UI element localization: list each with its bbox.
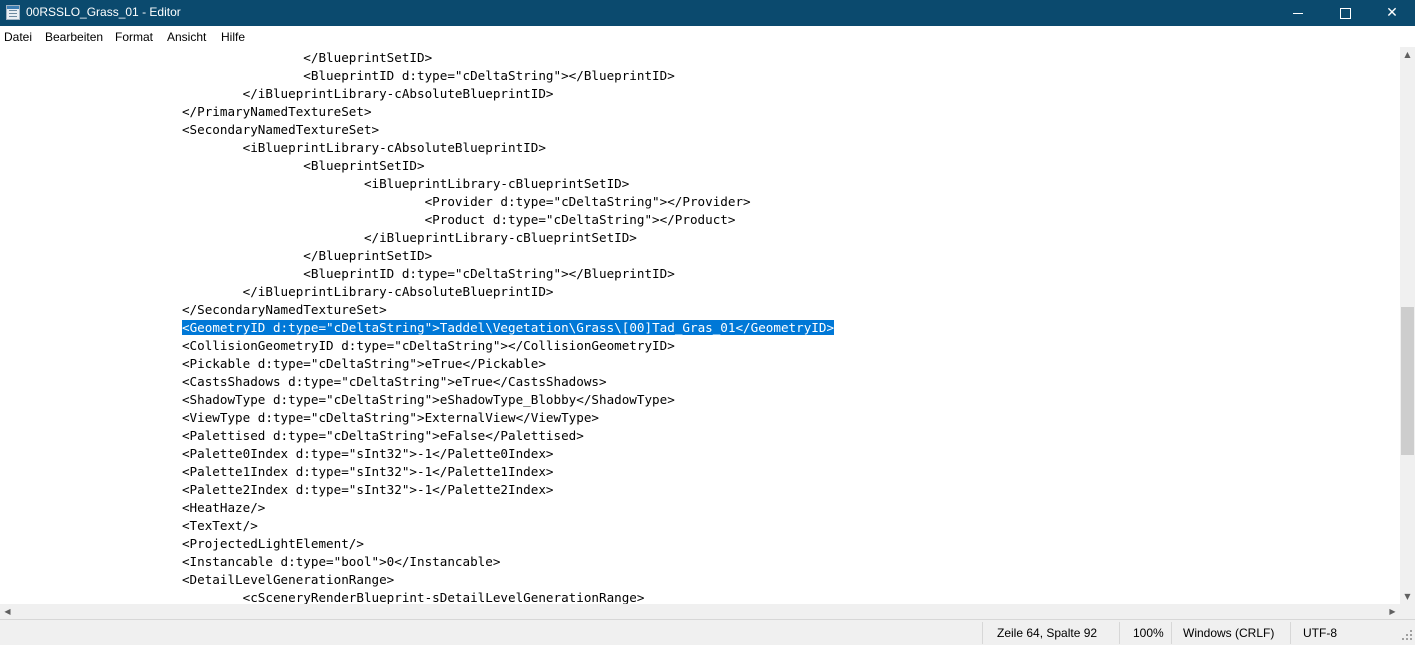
maximize-button[interactable] xyxy=(1322,0,1368,26)
scroll-right-arrow-icon[interactable]: ▶ xyxy=(1385,604,1400,619)
status-divider xyxy=(982,622,983,644)
menu-format[interactable]: Format xyxy=(115,30,153,45)
resize-grip-icon[interactable] xyxy=(1401,629,1413,641)
close-button[interactable]: ✕ xyxy=(1369,0,1415,26)
editor-line[interactable]: <cSceneryRenderBlueprint-sDetailLevelGen… xyxy=(0,589,834,604)
status-divider xyxy=(1290,622,1291,644)
menu-bearbeiten[interactable]: Bearbeiten xyxy=(45,30,103,45)
editor-line[interactable]: <HeatHaze/> xyxy=(0,499,834,517)
editor-line[interactable]: <BlueprintSetID> xyxy=(0,157,834,175)
editor-line[interactable]: </SecondaryNamedTextureSet> xyxy=(0,301,834,319)
status-zoom: 100% xyxy=(1133,626,1164,640)
editor-line[interactable]: <DetailLevelGenerationRange> xyxy=(0,571,834,589)
minimize-button[interactable] xyxy=(1275,0,1321,26)
editor-line[interactable]: <ProjectedLightElement/> xyxy=(0,535,834,553)
maximize-icon xyxy=(1339,7,1351,19)
editor-line[interactable]: <Pickable d:type="cDeltaString">eTrue</P… xyxy=(0,355,834,373)
editor-text[interactable]: </BlueprintSetID> <BlueprintID d:type="c… xyxy=(0,49,835,604)
editor-line[interactable]: </iBlueprintLibrary-cAbsoluteBlueprintID… xyxy=(0,85,834,103)
editor-line[interactable]: <CastsShadows d:type="cDeltaString">eTru… xyxy=(0,373,834,391)
scrollbar-corner xyxy=(1400,604,1415,619)
status-cursor-position: Zeile 64, Spalte 92 xyxy=(997,626,1098,640)
minimize-icon xyxy=(1293,12,1303,14)
editor-line[interactable]: <Palette1Index d:type="sInt32">-1</Palet… xyxy=(0,463,834,481)
scroll-left-arrow-icon[interactable]: ◀ xyxy=(0,604,15,619)
menu-hilfe[interactable]: Hilfe xyxy=(221,30,245,45)
editor-line[interactable]: <BlueprintID d:type="cDeltaString"></Blu… xyxy=(0,265,834,283)
notepad-icon xyxy=(6,5,20,20)
status-divider xyxy=(1119,622,1120,644)
status-bar: Zeile 64, Spalte 92 100% Windows (CRLF) … xyxy=(0,619,1415,645)
editor-line[interactable]: </iBlueprintLibrary-cAbsoluteBlueprintID… xyxy=(0,283,834,301)
text-editor-area[interactable]: </BlueprintSetID> <BlueprintID d:type="c… xyxy=(0,47,1400,604)
status-encoding: UTF-8 xyxy=(1303,626,1337,640)
editor-line[interactable]: <Palette0Index d:type="sInt32">-1</Palet… xyxy=(0,445,834,463)
window-title: 00RSSLO_Grass_01 - Editor xyxy=(26,5,181,19)
editor-line[interactable]: <SecondaryNamedTextureSet> xyxy=(0,121,834,139)
editor-line[interactable]: <Product d:type="cDeltaString"></Product… xyxy=(0,211,834,229)
editor-line[interactable]: <iBlueprintLibrary-cAbsoluteBlueprintID> xyxy=(0,139,834,157)
scroll-up-arrow-icon[interactable]: ▲ xyxy=(1400,47,1415,62)
editor-line[interactable]: <Palette2Index d:type="sInt32">-1</Palet… xyxy=(0,481,834,499)
vertical-scroll-thumb[interactable] xyxy=(1401,307,1414,455)
horizontal-scrollbar[interactable]: ◀ ▶ xyxy=(0,604,1400,619)
editor-line[interactable]: <ShadowType d:type="cDeltaString">eShado… xyxy=(0,391,834,409)
scroll-down-arrow-icon[interactable]: ▼ xyxy=(1400,589,1415,604)
editor-line[interactable]: <TexText/> xyxy=(0,517,834,535)
editor-line[interactable]: </BlueprintSetID> xyxy=(0,247,834,265)
editor-line[interactable]: <GeometryID d:type="cDeltaString">Taddel… xyxy=(0,319,835,337)
title-bar[interactable]: 00RSSLO_Grass_01 - Editor ✕ xyxy=(0,0,1415,26)
menu-ansicht[interactable]: Ansicht xyxy=(167,30,206,45)
editor-line[interactable]: </iBlueprintLibrary-cBlueprintSetID> xyxy=(0,229,834,247)
selected-text[interactable]: <GeometryID d:type="cDeltaString">Taddel… xyxy=(181,320,835,335)
editor-line[interactable]: <iBlueprintLibrary-cBlueprintSetID> xyxy=(0,175,834,193)
editor-line[interactable]: </BlueprintSetID> xyxy=(0,49,834,67)
editor-line[interactable]: <ViewType d:type="cDeltaString">External… xyxy=(0,409,834,427)
menu-bar: Datei Bearbeiten Format Ansicht Hilfe xyxy=(0,27,1415,47)
editor-line[interactable]: <Instancable d:type="bool">0</Instancabl… xyxy=(0,553,834,571)
close-icon: ✕ xyxy=(1386,5,1398,21)
editor-line[interactable]: <Provider d:type="cDeltaString"></Provid… xyxy=(0,193,834,211)
vertical-scrollbar[interactable]: ▲ ▼ xyxy=(1400,47,1415,604)
editor-line[interactable]: <Palettised d:type="cDeltaString">eFalse… xyxy=(0,427,834,445)
status-line-ending: Windows (CRLF) xyxy=(1183,626,1275,640)
editor-line[interactable]: <BlueprintID d:type="cDeltaString"></Blu… xyxy=(0,67,834,85)
status-divider xyxy=(1171,622,1172,644)
menu-datei[interactable]: Datei xyxy=(4,30,32,45)
editor-line[interactable]: </PrimaryNamedTextureSet> xyxy=(0,103,834,121)
editor-line[interactable]: <CollisionGeometryID d:type="cDeltaStrin… xyxy=(0,337,834,355)
